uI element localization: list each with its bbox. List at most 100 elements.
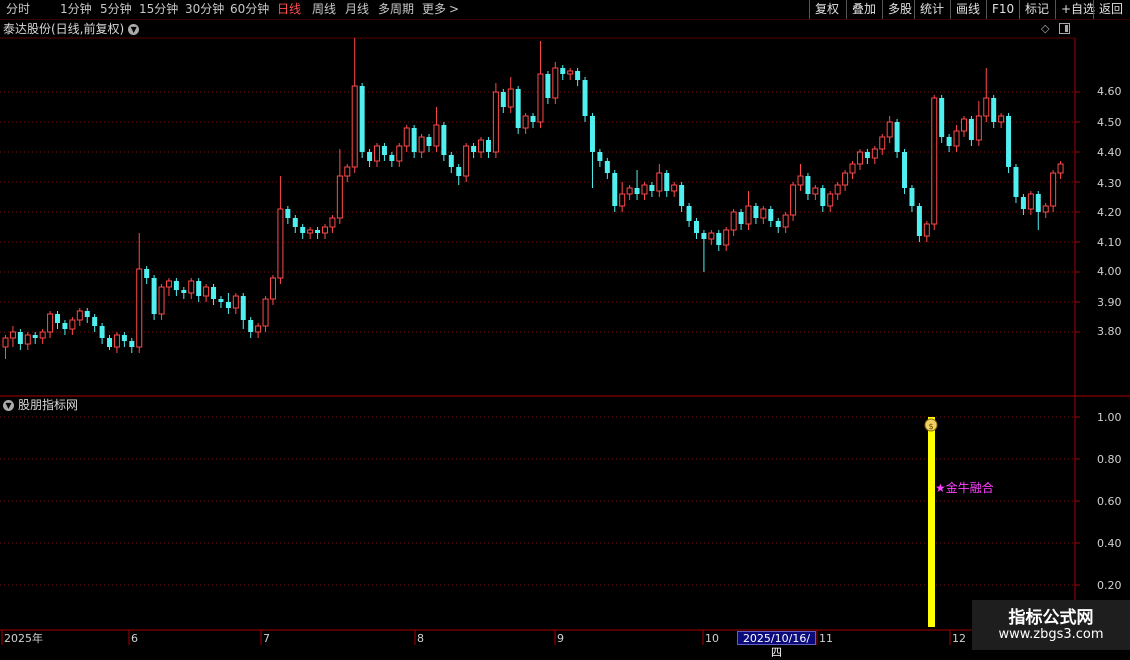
candle-body <box>812 187 819 195</box>
candle-body <box>619 193 626 207</box>
candle-body <box>418 136 425 153</box>
candle-body <box>76 310 83 321</box>
candle-body <box>931 97 938 225</box>
candle-body <box>886 121 893 138</box>
candle-body <box>292 218 298 227</box>
y-tick-label: 4.40 <box>1097 146 1122 159</box>
candle-body <box>173 281 179 290</box>
y-tick-label: 4.50 <box>1097 116 1122 129</box>
candle-body <box>589 116 595 152</box>
candle-body <box>344 166 351 177</box>
candle-body <box>1050 172 1057 207</box>
candle-body <box>923 223 930 237</box>
candle-body <box>537 73 544 123</box>
candle-body <box>1013 167 1019 197</box>
candle-body <box>269 277 276 300</box>
candle-body <box>478 139 485 153</box>
candle-body <box>196 281 202 296</box>
candle-body <box>560 68 566 74</box>
candle-body <box>411 128 417 152</box>
money-bag-icon-glyph: $ <box>928 422 933 431</box>
candle-body <box>1035 194 1041 212</box>
candle-body <box>575 71 581 80</box>
candle-body <box>612 173 618 206</box>
candle-body <box>9 331 16 339</box>
candle-body <box>730 211 737 231</box>
candle-body <box>686 206 692 221</box>
candle-body <box>1057 163 1064 174</box>
candle-body <box>775 221 781 227</box>
candle-body <box>991 98 997 122</box>
candle-body <box>99 326 105 338</box>
candle-body <box>218 299 224 302</box>
candle-body <box>656 172 663 192</box>
candle-body <box>998 115 1005 123</box>
x-tick-label: 7 <box>263 632 270 645</box>
candle-body <box>649 185 655 191</box>
candle-body <box>240 296 246 320</box>
candle-body <box>329 217 336 228</box>
candle-body <box>211 287 217 299</box>
candle-body <box>708 232 715 240</box>
candle-body <box>144 269 150 278</box>
candle-body <box>485 140 491 152</box>
candle-body <box>248 320 254 332</box>
candle-body <box>664 173 670 191</box>
candle-body <box>307 229 314 234</box>
candle-body <box>158 286 165 315</box>
candle-body <box>975 115 982 141</box>
candle-body <box>336 175 343 219</box>
candle-body <box>225 302 231 308</box>
candle-body <box>856 151 863 165</box>
candle-body <box>834 184 841 195</box>
candle-body <box>701 233 707 239</box>
candle-body <box>181 290 187 293</box>
y-tick-label: 0.40 <box>1097 537 1122 550</box>
candle-body <box>953 130 960 147</box>
candle-body <box>909 188 915 206</box>
candle-body <box>716 233 722 245</box>
candle-body <box>939 98 945 137</box>
candle-body <box>552 67 559 99</box>
candle-body <box>151 278 157 314</box>
candle-body <box>820 188 826 206</box>
candle-body <box>871 148 878 159</box>
y-tick-label: 4.20 <box>1097 206 1122 219</box>
candle-body <box>121 335 127 341</box>
x-axis-labels: 2025年 6 7 8 9 10 11 12 <box>1 630 966 645</box>
candle-body <box>894 122 900 152</box>
watermark-url: www.zbgs3.com <box>998 627 1104 642</box>
candle-body <box>849 163 856 174</box>
x-tick-label: 11 <box>819 632 833 645</box>
x-tick-label: 12 <box>952 632 966 645</box>
candle-body <box>492 91 499 153</box>
candle-body <box>968 119 974 140</box>
y-tick-label: 3.80 <box>1097 325 1122 338</box>
candle-body <box>879 136 886 150</box>
candle-body <box>55 314 61 323</box>
candle-body <box>188 280 195 294</box>
candle-body <box>738 212 744 224</box>
y-tick-label: 3.90 <box>1097 296 1122 309</box>
candle-body <box>946 137 952 146</box>
candle-body <box>2 337 9 348</box>
x-tick-label: 2025年 <box>4 631 43 645</box>
candle-body <box>567 70 574 75</box>
candle-body <box>315 230 321 233</box>
candle-body <box>545 74 551 98</box>
kline-chart[interactable]: 4.60 4.50 4.40 4.30 4.20 4.10 4.00 3.90 … <box>0 0 1130 650</box>
candle-body <box>39 331 46 339</box>
candle-body <box>321 226 328 234</box>
candle-body <box>1027 193 1034 210</box>
candle-body <box>47 313 54 333</box>
candle-body <box>17 332 23 344</box>
candle-body <box>745 205 752 225</box>
candle-body <box>760 208 767 219</box>
candle-body <box>597 152 603 161</box>
candle-body <box>864 152 870 158</box>
candle-body <box>797 175 804 186</box>
y-tick-label: 0.60 <box>1097 495 1122 508</box>
candle-body <box>389 155 395 161</box>
candle-body <box>374 145 380 162</box>
watermark-title: 指标公式网 <box>1008 608 1094 628</box>
